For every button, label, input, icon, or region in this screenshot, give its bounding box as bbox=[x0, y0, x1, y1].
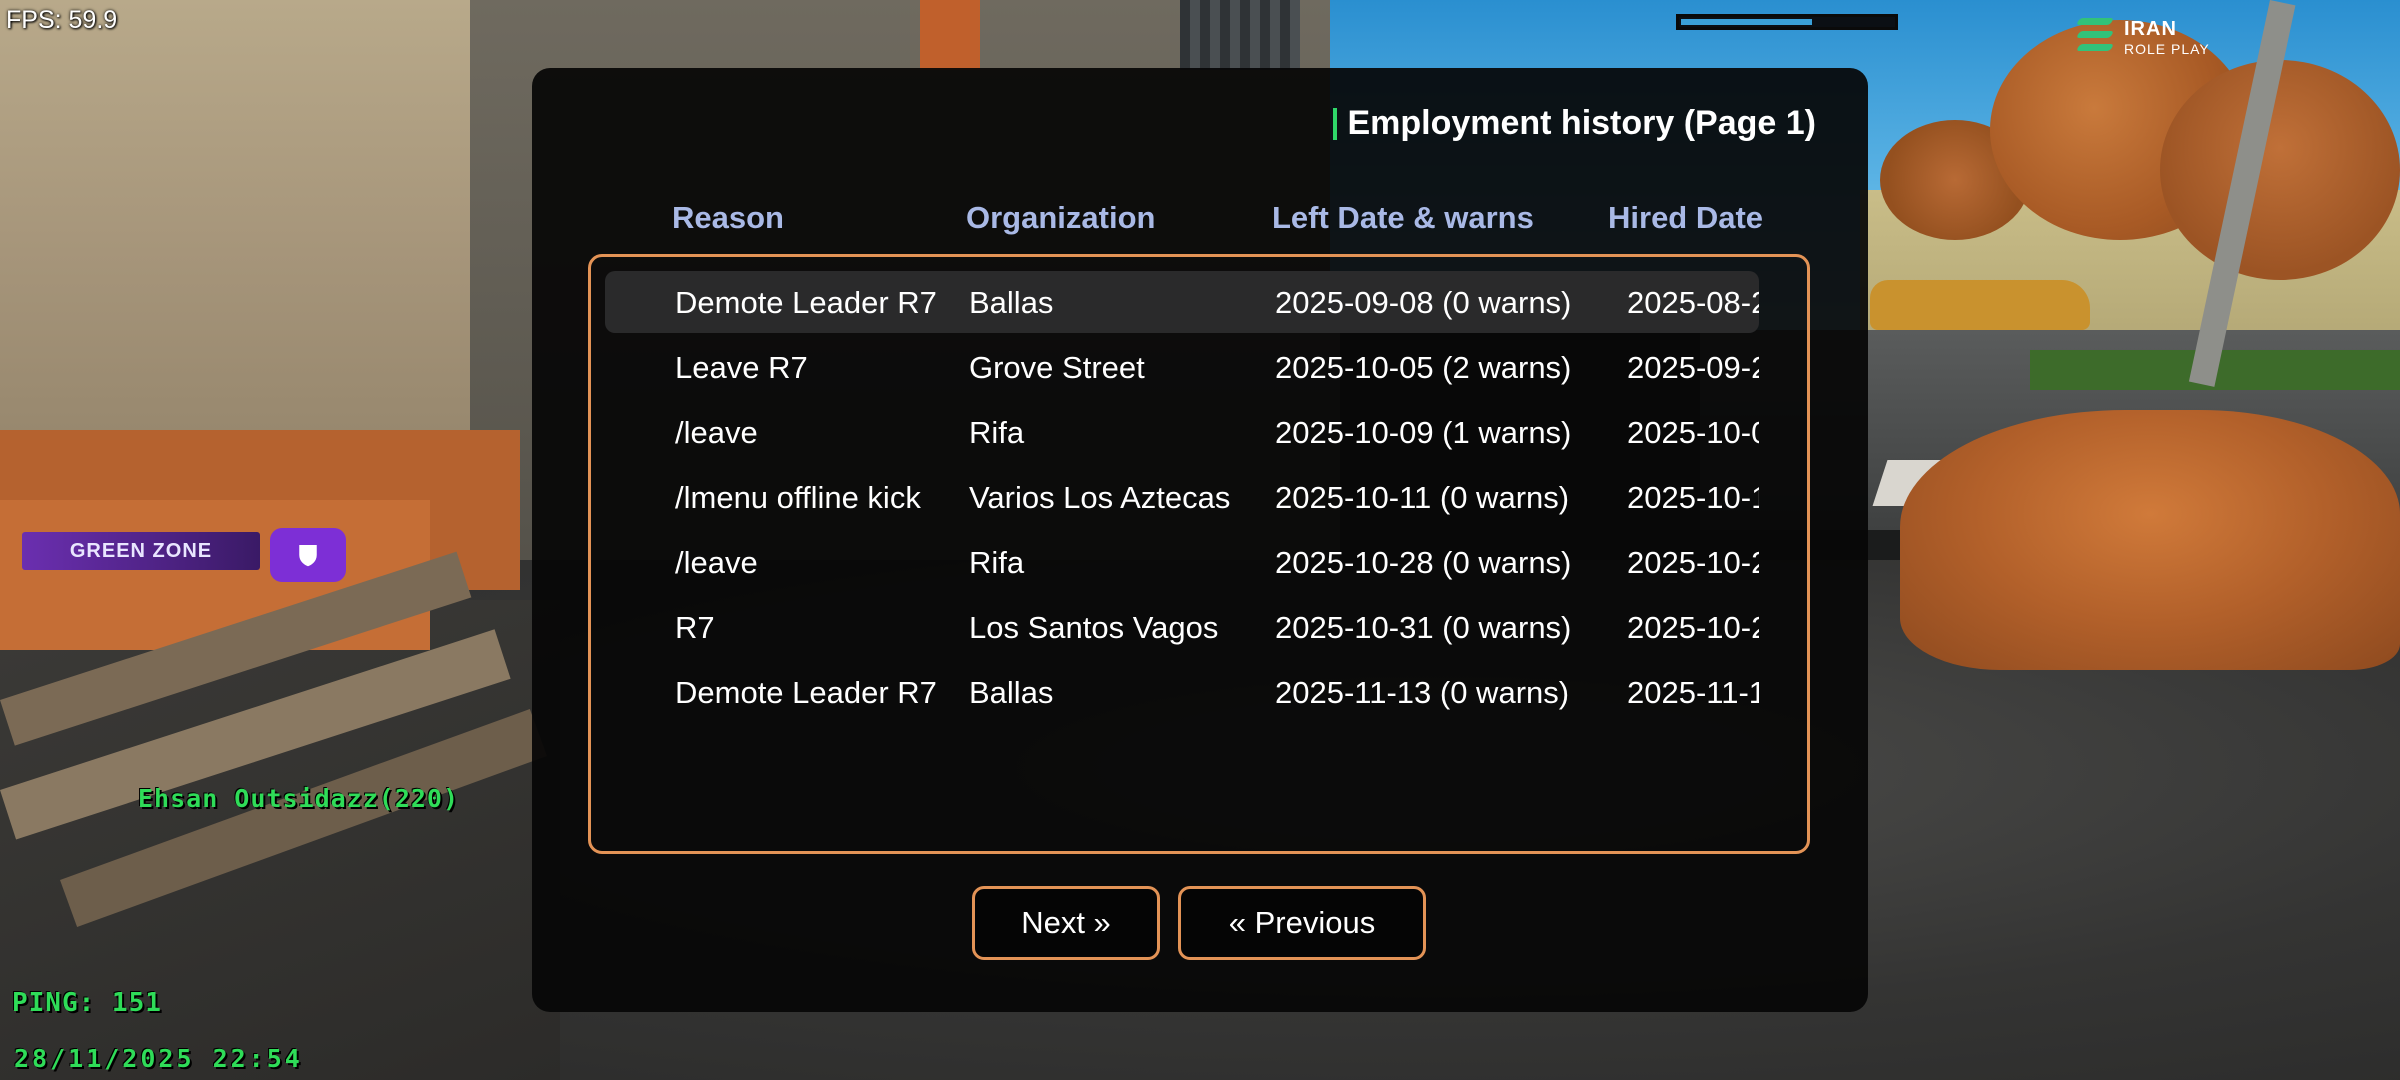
server-logo: IRAN ROLE PLAY bbox=[2075, 16, 2218, 60]
cell-hired-date: 2025-10-2 bbox=[1627, 545, 1759, 580]
table-row[interactable]: /leave Rifa 2025-10-09 (1 warns) 2025-10… bbox=[605, 401, 1759, 463]
logo-mark-icon bbox=[2075, 16, 2115, 56]
bush bbox=[1900, 410, 2400, 670]
cell-left-date: 2025-10-05 (2 warns) bbox=[1275, 350, 1572, 385]
cell-left-date: 2025-11-13 (0 warns) bbox=[1275, 675, 1570, 710]
cell-left-date: 2025-10-09 (1 warns) bbox=[1275, 415, 1572, 450]
cell-hired-date: 2025-10-1 bbox=[1627, 480, 1759, 515]
cell-hired-date: 2025-08-2 bbox=[1627, 285, 1759, 320]
table-row[interactable]: /lmenu offline kick Varios Los Aztecas 2… bbox=[605, 466, 1759, 528]
cell-reason: /leave bbox=[675, 415, 758, 450]
cell-left-date: 2025-10-11 (0 warns) bbox=[1275, 480, 1570, 515]
cell-left-date: 2025-10-31 (0 warns) bbox=[1275, 610, 1572, 645]
cell-organization: Ballas bbox=[969, 285, 1054, 320]
logo-title: IRAN bbox=[2124, 18, 2177, 40]
history-list[interactable]: Demote Leader R7 Ballas 2025-09-08 (0 wa… bbox=[605, 271, 1759, 841]
cell-organization: Los Santos Vagos bbox=[969, 610, 1219, 645]
table-row[interactable]: Demote Leader R7 Ballas 2025-09-08 (0 wa… bbox=[605, 271, 1759, 333]
tree bbox=[2160, 60, 2400, 280]
dialog-title-text: Employment history (Page 1) bbox=[1347, 104, 1816, 142]
cell-reason: R7 bbox=[675, 610, 715, 645]
cell-reason: Leave R7 bbox=[675, 350, 808, 385]
cell-organization: Ballas bbox=[969, 675, 1054, 710]
cell-organization: Grove Street bbox=[969, 350, 1145, 385]
cell-reason: Demote Leader R7 bbox=[675, 285, 937, 320]
taxi-car bbox=[1870, 280, 2090, 330]
cell-hired-date: 2025-10-0 bbox=[1627, 415, 1759, 450]
cell-organization: Varios Los Aztecas bbox=[969, 480, 1231, 515]
cell-reason: /lmenu offline kick bbox=[675, 480, 921, 515]
logo-subtitle: ROLE PLAY bbox=[2124, 41, 2210, 57]
title-marker bbox=[1333, 107, 1338, 140]
column-header-hired-date: Hired Date bbox=[1608, 200, 1764, 235]
date-time-display: 28/11/2025 22:54 bbox=[14, 1044, 303, 1073]
cell-hired-date: 2025-11-1 bbox=[1627, 675, 1759, 710]
pillar bbox=[920, 0, 980, 70]
player-nametag: Ehsan Outsidazz(220) bbox=[138, 784, 460, 813]
cell-reason: Demote Leader R7 bbox=[675, 675, 937, 710]
history-table: Demote Leader R7 Ballas 2025-09-08 (0 wa… bbox=[588, 254, 1810, 854]
status-bar-fill bbox=[1681, 19, 1812, 25]
table-row[interactable]: Leave R7 Grove Street 2025-10-05 (2 warn… bbox=[605, 336, 1759, 398]
status-bar bbox=[1676, 14, 1898, 30]
cell-left-date: 2025-10-28 (0 warns) bbox=[1275, 545, 1572, 580]
table-row[interactable]: Demote Leader R7 Ballas 2025-11-13 (0 wa… bbox=[605, 661, 1759, 723]
zone-label: GREEN ZONE bbox=[22, 532, 260, 570]
previous-page-button[interactable]: « Previous bbox=[1178, 886, 1426, 960]
cell-hired-date: 2025-09-2 bbox=[1627, 350, 1759, 385]
next-page-button[interactable]: Next » bbox=[972, 886, 1160, 960]
window bbox=[1180, 0, 1300, 70]
cell-left-date: 2025-09-08 (0 warns) bbox=[1275, 285, 1572, 320]
dialog-title: Employment history (Page 1) bbox=[1333, 104, 1816, 143]
column-header-reason: Reason bbox=[672, 200, 784, 235]
employment-history-dialog: Employment history (Page 1) Reason Organ… bbox=[532, 68, 1868, 1012]
table-row[interactable]: R7 Los Santos Vagos 2025-10-31 (0 warns)… bbox=[605, 596, 1759, 658]
table-header: Reason Organization Left Date & warns Hi… bbox=[672, 200, 1822, 240]
shield-icon bbox=[270, 528, 346, 582]
column-header-organization: Organization bbox=[966, 200, 1156, 235]
zone-indicator: GREEN ZONE bbox=[22, 528, 346, 582]
cell-organization: Rifa bbox=[969, 545, 1025, 580]
column-header-left-date: Left Date & warns bbox=[1272, 200, 1534, 235]
cell-organization: Rifa bbox=[969, 415, 1025, 450]
ping-display: PING: 151 bbox=[12, 988, 162, 1018]
fps-counter: FPS: 59.9 bbox=[6, 6, 118, 34]
table-row[interactable]: /leave Rifa 2025-10-28 (0 warns) 2025-10… bbox=[605, 531, 1759, 593]
cell-reason: /leave bbox=[675, 545, 758, 580]
cell-hired-date: 2025-10-2 bbox=[1627, 610, 1759, 645]
